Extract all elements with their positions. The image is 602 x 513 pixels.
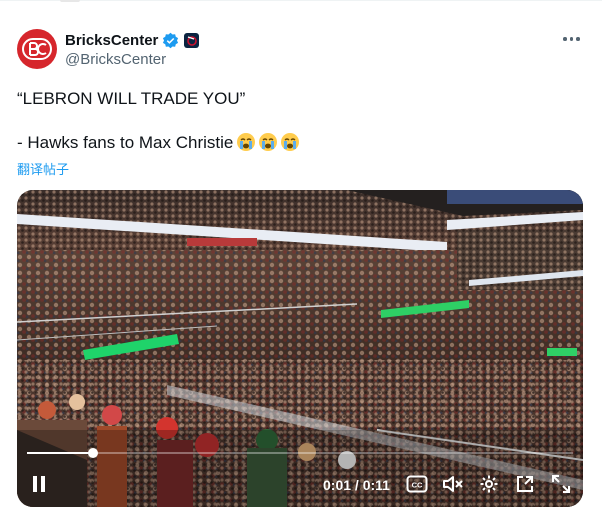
tweet-line-attribution: - Hawks fans to Max Christie (17, 132, 577, 154)
brickscenter-logo (22, 38, 52, 60)
verified-badge-icon[interactable] (162, 32, 179, 49)
more-options-icon[interactable] (563, 34, 583, 44)
top-divider (0, 0, 602, 1)
pop-out-button[interactable] (513, 473, 537, 495)
svg-text:CC: CC (412, 481, 423, 490)
video-player[interactable]: 0:01 / 0:11 CC (17, 190, 583, 507)
avatar[interactable] (17, 29, 57, 69)
author-name-row: BricksCenter (65, 30, 200, 50)
author-handle[interactable]: @BricksCenter (65, 51, 166, 68)
pause-button[interactable] (27, 473, 51, 495)
video-frame-arena-crowd (17, 190, 583, 507)
tweet-line-quote: “LEBRON WILL TRADE YOU” (17, 89, 246, 108)
translate-post-link[interactable]: 翻译帖子 (17, 159, 69, 178)
pop-out-icon (517, 476, 533, 492)
emoji-row (236, 132, 300, 152)
affiliate-badge-icon[interactable] (184, 32, 200, 48)
previous-item-edge (60, 0, 80, 2)
settings-button[interactable] (477, 473, 501, 495)
video-progress-handle[interactable] (87, 448, 98, 458)
captions-button[interactable]: CC (405, 473, 429, 495)
video-time: 0:01 / 0:11 (323, 477, 390, 493)
mute-icon (443, 476, 463, 492)
tweet-text: “LEBRON WILL TRADE YOU” - Hawks fans to … (17, 88, 577, 154)
captions-icon: CC (406, 475, 428, 493)
pause-icon (33, 476, 45, 492)
display-name[interactable]: BricksCenter (65, 32, 158, 49)
mute-button[interactable] (441, 473, 465, 495)
video-progress-fill (27, 452, 93, 454)
loudly-crying-face-icon (237, 133, 256, 151)
tweet-attribution-text: - Hawks fans to Max Christie (17, 133, 234, 152)
loudly-crying-face-icon (281, 133, 300, 151)
fullscreen-button[interactable] (549, 473, 573, 495)
loudly-crying-face-icon (259, 133, 278, 151)
settings-icon (480, 475, 498, 493)
video-progress-bar[interactable] (27, 448, 573, 458)
fullscreen-icon (552, 475, 570, 493)
